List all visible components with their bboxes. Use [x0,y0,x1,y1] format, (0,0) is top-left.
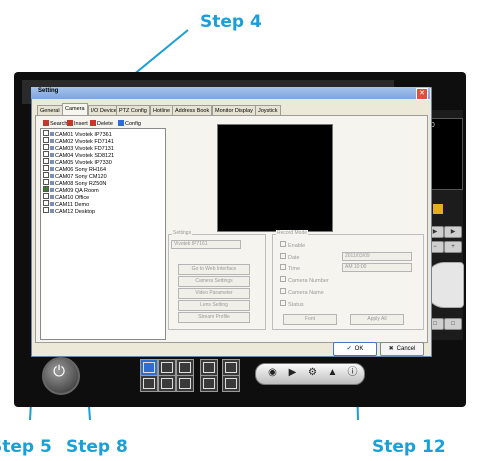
enable-checkbox[interactable]: Enable [280,241,305,249]
lens-setting-button[interactable]: Lens Setting [178,300,250,311]
camera-checkbox[interactable] [43,200,49,206]
camera-number-checkbox[interactable]: Camera Number [280,276,329,284]
camera-checkbox[interactable] [43,179,49,185]
camera-checkbox[interactable] [43,137,49,143]
next-icon[interactable]: ▶ [444,226,462,238]
ok-button[interactable]: ✔ OK [333,342,377,356]
playback-icon[interactable]: ▶ [286,366,299,379]
camera-list-item[interactable]: CAM10 Office [43,193,89,201]
camera-list-item[interactable]: CAM04 Vivotek SD8121 [43,151,114,159]
power-icon: ⏻ [53,363,65,380]
time-select[interactable]: AM 10:00 [342,263,412,272]
settings-group-label: Settings [172,230,193,236]
camera-list-item[interactable]: CAM08 Sony RZ50N [43,179,106,187]
check-icon: ✔ [346,346,352,352]
camera-icon [50,181,54,185]
camera-list-item[interactable]: CAM03 Vivotek FD7131 [43,144,114,152]
camera-list-item[interactable]: CAM12 Desktop [43,207,95,215]
config-icon [118,120,124,126]
web-interface-button[interactable]: Go to Web Interface [178,264,250,275]
camera-checkbox[interactable] [43,207,49,213]
camera-icon [50,195,54,199]
camera-icon [50,174,54,178]
camera-list-item[interactable]: CAM07 Sony CM120 [43,172,107,180]
camera-list-item[interactable]: CAM01 Vivotek IP7361 [43,130,112,138]
info-icon[interactable]: ⓘ [346,366,359,379]
step5-label: Step 5 [0,437,52,457]
camera-checkbox[interactable] [43,130,49,136]
camera-list-item[interactable]: CAM06 Sony RH164 [43,165,106,173]
camera-icon [50,132,54,136]
insert-icon [67,120,73,126]
camera-icon [50,209,54,213]
date-select[interactable]: 2011/03/09 [342,252,412,261]
layout-fullscreen-button[interactable] [222,359,240,376]
layout-1p12-button[interactable] [176,375,194,392]
camera-list-item[interactable]: CAM05 Vivotek IP7330 [43,158,112,166]
camera-list-item[interactable]: CAM09 QA Room [43,186,99,194]
step4-label: Step 4 [200,12,262,32]
insert-button[interactable]: Insert [67,120,88,127]
camera-icon [50,202,54,206]
layout-4x4-button[interactable] [200,359,218,376]
camera-checkbox[interactable] [43,144,49,150]
camera-checkbox[interactable] [43,172,49,178]
apply-all-button[interactable]: Apply All [350,314,404,325]
camera-name-checkbox[interactable]: Camera Name [280,288,324,296]
video-parameter-button[interactable]: Video Parameter [178,288,250,299]
search-button[interactable]: Search [43,120,67,127]
dialog-title: Setting [38,88,59,94]
zoom-out-icon[interactable]: □ [444,318,462,330]
step12-label: Step 12 [372,437,446,457]
setting-icon[interactable]: ⚙ [306,366,319,379]
camera-icon [50,167,54,171]
delete-icon [90,120,96,126]
cancel-icon: ✖ [388,346,394,352]
camera-list-item[interactable]: CAM11 Demo [43,200,89,208]
alert-icon[interactable]: ▲ [326,366,339,379]
layout-1p7-button[interactable] [158,375,176,392]
step8-label: Step 8 [66,437,128,457]
camera-checkbox[interactable] [43,151,49,157]
camera-icon [50,146,54,150]
camera-checkbox[interactable] [43,158,49,164]
layout-1p5-button[interactable] [140,375,158,392]
snapshot-icon[interactable] [433,204,443,214]
camera-icon [50,160,54,164]
camera-preview [217,124,333,232]
config-button[interactable]: Config [118,120,141,127]
layout-3x3-button[interactable] [176,359,194,376]
camera-icon [50,153,54,157]
cancel-button[interactable]: ✖ Cancel [380,342,424,356]
record-mode-label: Record Mode [276,230,309,236]
delete-button[interactable]: Delete [90,120,113,127]
layout-single-button[interactable] [200,375,218,392]
camera-list-item[interactable]: CAM02 Vivotek FD7141 [43,137,114,145]
camera-icon [50,139,54,143]
search-icon [43,120,49,126]
layout-2x2-button[interactable] [158,359,176,376]
layout-sequence-button[interactable] [222,375,240,392]
stream-profile-button[interactable]: Stream Profile [178,312,250,323]
dialog-title-bar [31,87,430,99]
close-icon[interactable]: ✕ [416,88,428,100]
camera-checkbox[interactable] [43,193,49,199]
layout-1x1-button[interactable] [140,359,158,376]
font-button[interactable]: Font [283,314,337,325]
time-checkbox[interactable]: Time [280,264,300,272]
status-checkbox[interactable]: Status [280,300,304,308]
camera-checkbox[interactable] [43,165,49,171]
record-icon[interactable]: ◉ [266,366,279,379]
camera-checkbox[interactable] [43,186,49,192]
plus-icon[interactable]: + [444,241,462,253]
date-checkbox[interactable]: Date [280,253,300,261]
camera-icon [50,188,54,192]
camera-settings-button[interactable]: Camera Settings [178,276,250,287]
camera-model-field[interactable]: Vivotek IP7161 [171,240,241,249]
